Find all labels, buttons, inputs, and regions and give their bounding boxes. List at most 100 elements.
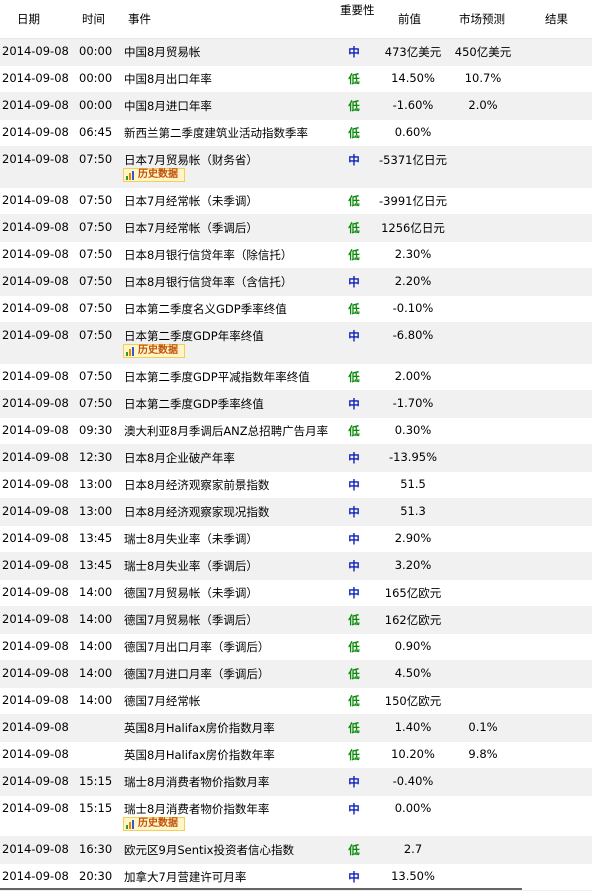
event-time: 07:50 bbox=[79, 152, 113, 166]
importance-badge: 中 bbox=[348, 275, 360, 289]
event-date: 2014-09-08 bbox=[2, 558, 69, 572]
table-row[interactable]: 2014-09-08 13:45 瑞士8月失业率（未季调） 中 2.90% bbox=[0, 526, 592, 553]
table-row[interactable]: 2014-09-08 14:00 德国7月贸易帐（未季调） 中 165亿欧元 bbox=[0, 580, 592, 607]
table-row[interactable]: 2014-09-08 07:50 日本8月银行信贷年率（除信托） 低 2.30% bbox=[0, 242, 592, 269]
header-importance[interactable]: 重要性 bbox=[340, 2, 375, 18]
event-name: 瑞士8月失业率（未季调） bbox=[124, 532, 258, 546]
previous-value: 0.90% bbox=[394, 639, 432, 653]
importance-badge: 中 bbox=[348, 397, 360, 411]
previous-value: -1.70% bbox=[392, 396, 434, 410]
table-row[interactable]: 2014-09-08 14:00 德国7月贸易帐（季调后） 低 162亿欧元 bbox=[0, 607, 592, 634]
history-data-button[interactable]: 历史数据 bbox=[123, 344, 185, 358]
importance-badge: 低 bbox=[348, 302, 360, 316]
table-row[interactable]: 2014-09-08 20:30 加拿大7月营建许可月率 中 13.50% bbox=[0, 864, 592, 891]
event-date: 2014-09-08 bbox=[2, 220, 69, 234]
table-row[interactable]: 2014-09-08 07:50 日本第二季度GDP年率终值 中 -6.80% 历史数据 bbox=[0, 323, 592, 364]
table-row[interactable]: 2014-09-08 14:00 德国7月出口月率（季调后） 低 0.90% bbox=[0, 634, 592, 661]
previous-value: 10.20% bbox=[391, 747, 435, 761]
event-name: 英国8月Halifax房价指数年率 bbox=[124, 748, 275, 762]
event-time: 00:00 bbox=[79, 98, 113, 112]
forecast-value: 10.7% bbox=[464, 71, 502, 85]
forecast-value: 2.0% bbox=[468, 98, 498, 112]
table-row[interactable]: 2014-09-08 07:50 日本7月经常帐（未季调） 低 -3991亿日元 bbox=[0, 188, 592, 215]
table-row[interactable]: 2014-09-08 13:00 日本8月经济观察家现况指数 中 51.3 bbox=[0, 499, 592, 526]
event-date: 2014-09-08 bbox=[2, 720, 69, 734]
table-row[interactable]: 2014-09-08 14:00 德国7月经常帐 低 150亿欧元 bbox=[0, 688, 592, 715]
table-row[interactable]: 2014-09-08 07:50 日本第二季度GDP季率终值 中 -1.70% bbox=[0, 391, 592, 418]
table-row[interactable]: 2014-09-08 09:30 澳大利亚8月季调后ANZ总招聘广告月率 低 0.30% bbox=[0, 418, 592, 445]
event-name: 欧元区9月Sentix投资者信心指数 bbox=[124, 843, 294, 857]
bar-chart-icon bbox=[126, 347, 136, 356]
importance-badge: 低 bbox=[348, 370, 360, 384]
previous-value: 1.40% bbox=[394, 720, 432, 734]
previous-value: 3.20% bbox=[394, 558, 432, 572]
forecast-value: 0.1% bbox=[468, 720, 498, 734]
table-row[interactable]: 2014-09-08 07:50 日本第二季度GDP平减指数年率终值 低 2.00% bbox=[0, 364, 592, 391]
previous-value: 150亿欧元 bbox=[384, 694, 442, 708]
table-row[interactable]: 2014-09-08 14:00 德国7月进口月率（季调后） 低 4.50% bbox=[0, 661, 592, 688]
event-time: 13:45 bbox=[79, 558, 113, 572]
event-name: 日本7月经常帐（季调后） bbox=[124, 221, 258, 235]
event-date: 2014-09-08 bbox=[2, 193, 69, 207]
importance-badge: 中 bbox=[348, 451, 360, 465]
previous-value: -3991亿日元 bbox=[379, 194, 447, 208]
event-name: 德国7月出口月率（季调后） bbox=[124, 640, 270, 654]
event-date: 2014-09-08 bbox=[2, 301, 69, 315]
header-date[interactable]: 日期 bbox=[17, 11, 40, 27]
table-row[interactable]: 2014-09-08 15:15 瑞士8月消费者物价指数月率 中 -0.40% bbox=[0, 769, 592, 796]
event-time: 07:50 bbox=[79, 369, 113, 383]
header-time[interactable]: 时间 bbox=[82, 11, 105, 27]
event-date: 2014-09-08 bbox=[2, 801, 69, 815]
event-name: 德国7月贸易帐（未季调） bbox=[124, 586, 258, 600]
previous-value: 4.50% bbox=[394, 666, 432, 680]
table-row[interactable]: 2014-09-08 07:50 日本7月贸易帐（财务省） 中 -5371亿日元 历史数据 bbox=[0, 147, 592, 188]
table-row[interactable]: 2014-09-08 00:00 中国8月贸易帐 中 473亿美元 450亿美元 bbox=[0, 39, 592, 66]
header-result[interactable]: 结果 bbox=[545, 11, 568, 27]
table-row[interactable]: 2014-09-08 15:15 瑞士8月消费者物价指数年率 中 0.00% 历史数据 bbox=[0, 796, 592, 837]
event-date: 2014-09-08 bbox=[2, 247, 69, 261]
event-name: 日本第二季度GDP平减指数年率终值 bbox=[124, 370, 310, 384]
header-forecast[interactable]: 市场预测 bbox=[459, 11, 505, 27]
table-row[interactable]: 2014-09-08 12:30 日本8月企业破产年率 中 -13.95% bbox=[0, 445, 592, 472]
importance-badge: 中 bbox=[348, 153, 360, 167]
event-date: 2014-09-08 bbox=[2, 98, 69, 112]
table-row[interactable]: 2014-09-08 13:45 瑞士8月失业率（季调后） 中 3.20% bbox=[0, 553, 592, 580]
table-row[interactable]: 2014-09-08 07:50 日本第二季度名义GDP季率终值 低 -0.10% bbox=[0, 296, 592, 323]
event-date: 2014-09-08 bbox=[2, 612, 69, 626]
event-name: 日本8月经济观察家现况指数 bbox=[124, 505, 270, 519]
header-previous[interactable]: 前值 bbox=[398, 11, 421, 27]
history-data-button[interactable]: 历史数据 bbox=[123, 817, 185, 831]
event-date: 2014-09-08 bbox=[2, 396, 69, 410]
event-time: 14:00 bbox=[79, 585, 113, 599]
table-row[interactable]: 2014-09-08 16:30 欧元区9月Sentix投资者信心指数 低 2.7 bbox=[0, 837, 592, 864]
importance-badge: 低 bbox=[348, 613, 360, 627]
event-name: 加拿大7月营建许可月率 bbox=[124, 870, 247, 884]
previous-value: -13.95% bbox=[389, 450, 437, 464]
previous-value: 162亿欧元 bbox=[384, 613, 442, 627]
event-name: 日本8月银行信贷年率（除信托） bbox=[124, 248, 293, 262]
table-row[interactable]: 2014-09-08 00:00 中国8月出口年率 低 14.50% 10.7% bbox=[0, 66, 592, 93]
event-date: 2014-09-08 bbox=[2, 504, 69, 518]
table-row[interactable]: 2014-09-08 英国8月Halifax房价指数年率 低 10.20% 9.8% bbox=[0, 742, 592, 769]
event-name: 瑞士8月失业率（季调后） bbox=[124, 559, 258, 573]
event-date: 2014-09-08 bbox=[2, 869, 69, 883]
table-row[interactable]: 2014-09-08 07:50 日本8月银行信贷年率（含信托） 中 2.20% bbox=[0, 269, 592, 296]
event-date: 2014-09-08 bbox=[2, 450, 69, 464]
event-time: 15:15 bbox=[79, 774, 113, 788]
table-row[interactable]: 2014-09-08 英国8月Halifax房价指数月率 低 1.40% 0.1% bbox=[0, 715, 592, 742]
previous-value: 51.5 bbox=[400, 477, 426, 491]
previous-value: 2.30% bbox=[394, 247, 432, 261]
table-row[interactable]: 2014-09-08 06:45 新西兰第二季度建筑业活动指数季率 低 0.60% bbox=[0, 120, 592, 147]
table-row[interactable]: 2014-09-08 07:50 日本7月经常帐（季调后） 低 1256亿日元 bbox=[0, 215, 592, 242]
history-data-button[interactable]: 历史数据 bbox=[123, 168, 185, 182]
event-name: 中国8月出口年率 bbox=[124, 72, 212, 86]
table-row[interactable]: 2014-09-08 00:00 中国8月进口年率 低 -1.60% 2.0% bbox=[0, 93, 592, 120]
previous-value: -1.60% bbox=[392, 98, 434, 112]
header-event[interactable]: 事件 bbox=[128, 11, 151, 27]
event-name: 日本8月银行信贷年率（含信托） bbox=[124, 275, 293, 289]
event-date: 2014-09-08 bbox=[2, 531, 69, 545]
event-time: 00:00 bbox=[79, 71, 113, 85]
table-body: 2014-09-08 00:00 中国8月贸易帐中 473亿美元 450亿美元 2014-… bbox=[0, 39, 592, 891]
table-row[interactable]: 2014-09-08 13:00 日本8月经济观察家前景指数 中 51.5 bbox=[0, 472, 592, 499]
event-date: 2014-09-08 bbox=[2, 639, 69, 653]
